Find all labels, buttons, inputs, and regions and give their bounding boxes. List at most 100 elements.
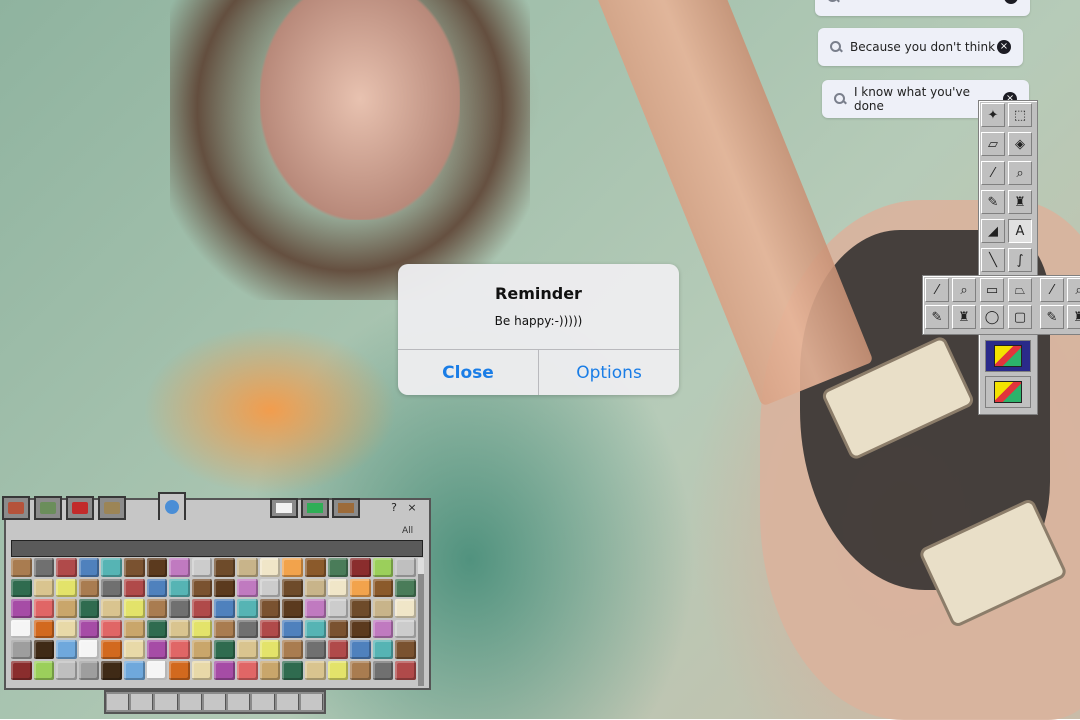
inventory-slot[interactable] — [11, 660, 32, 680]
inventory-slot[interactable] — [237, 660, 258, 680]
inventory-slot[interactable] — [237, 578, 258, 598]
inventory-slot[interactable] — [327, 599, 349, 618]
inventory-slot[interactable] — [33, 640, 55, 659]
inventory-slot[interactable] — [282, 558, 303, 577]
pencil-tool-button[interactable]: ✎ — [1040, 305, 1064, 329]
inventory-slot[interactable] — [169, 578, 190, 598]
inventory-slot[interactable] — [327, 660, 349, 680]
opaque-mode-button[interactable] — [985, 340, 1031, 372]
inventory-slot[interactable] — [259, 619, 281, 639]
pencil-tool-button[interactable]: ✎ — [981, 190, 1005, 214]
inventory-slot[interactable] — [124, 558, 145, 577]
inventory-slot[interactable] — [350, 619, 371, 639]
inventory-slot[interactable] — [395, 660, 416, 680]
inventory-slot[interactable] — [214, 558, 236, 577]
inventory-slot[interactable] — [78, 660, 100, 680]
inventory-slot[interactable] — [282, 599, 303, 618]
inventory-slot[interactable] — [146, 640, 168, 659]
free-select-tool-button[interactable]: ✦ — [981, 103, 1005, 127]
inventory-slot[interactable] — [372, 558, 394, 577]
inventory-slot[interactable] — [124, 660, 145, 680]
hotbar-slot[interactable] — [131, 694, 154, 710]
inventory-slot[interactable] — [78, 640, 100, 659]
inventory-slot[interactable] — [304, 660, 326, 680]
brush-tool-button[interactable]: ♜ — [952, 305, 976, 329]
tab-search[interactable] — [158, 492, 186, 520]
inventory-scrollbar[interactable] — [418, 558, 424, 686]
inventory-slot[interactable] — [214, 640, 236, 659]
inventory-slot[interactable] — [169, 599, 190, 618]
inventory-slot[interactable] — [372, 599, 394, 618]
inventory-slot[interactable] — [101, 599, 123, 618]
hotbar-slot[interactable] — [203, 694, 227, 710]
inventory-slot[interactable] — [304, 640, 326, 659]
inventory-slot[interactable] — [304, 578, 326, 598]
inventory-slot[interactable] — [350, 578, 371, 598]
inventory-slot[interactable] — [146, 558, 168, 577]
inventory-slot[interactable] — [372, 619, 394, 639]
inventory-slot[interactable] — [259, 660, 281, 680]
inventory-slot[interactable] — [214, 619, 236, 639]
inventory-slot[interactable] — [304, 599, 326, 618]
inventory-search-input[interactable] — [11, 540, 423, 557]
inventory-slot[interactable] — [237, 619, 258, 639]
polygon-tool-button[interactable]: ⏢ — [1008, 278, 1032, 302]
inventory-slot[interactable] — [191, 640, 213, 659]
inventory-slot[interactable] — [327, 619, 349, 639]
inventory-slot[interactable] — [282, 660, 303, 680]
inventory-slot[interactable] — [350, 660, 371, 680]
inventory-slot[interactable] — [327, 558, 349, 577]
inventory-slot[interactable] — [259, 640, 281, 659]
inventory-slot[interactable] — [124, 640, 145, 659]
inventory-slot[interactable] — [78, 619, 100, 639]
inventory-slot[interactable] — [327, 578, 349, 598]
inventory-slot[interactable] — [282, 640, 303, 659]
inventory-slot[interactable] — [237, 599, 258, 618]
inventory-slot[interactable] — [372, 660, 394, 680]
inventory-slot[interactable] — [395, 640, 416, 659]
inventory-slot[interactable] — [33, 558, 55, 577]
search-bubble[interactable]: × — [815, 0, 1030, 16]
hotbar-slot[interactable] — [107, 694, 130, 710]
hotbar-slot[interactable] — [155, 694, 178, 710]
inventory-slot[interactable] — [11, 619, 32, 639]
picker-tool-button[interactable]: ⁄ — [925, 278, 949, 302]
tab-building-blocks[interactable] — [2, 496, 30, 520]
inventory-slot[interactable] — [259, 578, 281, 598]
options-button[interactable]: Options — [539, 350, 679, 395]
inventory-slot[interactable] — [124, 619, 145, 639]
inventory-slot[interactable] — [56, 640, 77, 659]
inventory-slot[interactable] — [282, 619, 303, 639]
inventory-slot[interactable] — [11, 640, 32, 659]
rectangle-tool-button[interactable]: ▭ — [980, 278, 1004, 302]
inventory-slot[interactable] — [101, 578, 123, 598]
inventory-slot[interactable] — [350, 558, 371, 577]
inventory-slot[interactable] — [237, 640, 258, 659]
inventory-slot[interactable] — [395, 619, 416, 639]
inventory-slot[interactable] — [191, 619, 213, 639]
clear-icon[interactable]: × — [997, 40, 1011, 54]
inventory-slot[interactable] — [191, 599, 213, 618]
magnifier-tool-button[interactable]: ⌕ — [1067, 278, 1080, 302]
inventory-slot[interactable] — [237, 558, 258, 577]
inventory-slot[interactable] — [259, 558, 281, 577]
inventory-slot[interactable] — [146, 619, 168, 639]
brush-tool-button[interactable]: ♜ — [1067, 305, 1080, 329]
inventory-slot[interactable] — [101, 660, 123, 680]
magnifier-tool-button[interactable]: ⌕ — [952, 278, 976, 302]
inventory-slot[interactable] — [214, 599, 236, 618]
inventory-slot[interactable] — [191, 660, 213, 680]
inventory-slot[interactable] — [101, 640, 123, 659]
transparent-mode-button[interactable] — [985, 376, 1031, 408]
inventory-slot[interactable] — [78, 599, 100, 618]
hotbar-slot[interactable] — [252, 694, 275, 710]
hotbar-slot[interactable] — [228, 694, 251, 710]
inventory-slot[interactable] — [395, 599, 416, 618]
airbrush-tool-button[interactable]: ◢ — [981, 219, 1005, 243]
text-tool-button[interactable]: A — [1008, 219, 1032, 243]
inventory-slot[interactable] — [169, 640, 190, 659]
tab-book[interactable] — [270, 498, 298, 518]
inventory-slot[interactable] — [146, 660, 168, 680]
inventory-slot[interactable] — [78, 558, 100, 577]
rect-select-tool-button[interactable]: ⬚ — [1008, 103, 1032, 127]
